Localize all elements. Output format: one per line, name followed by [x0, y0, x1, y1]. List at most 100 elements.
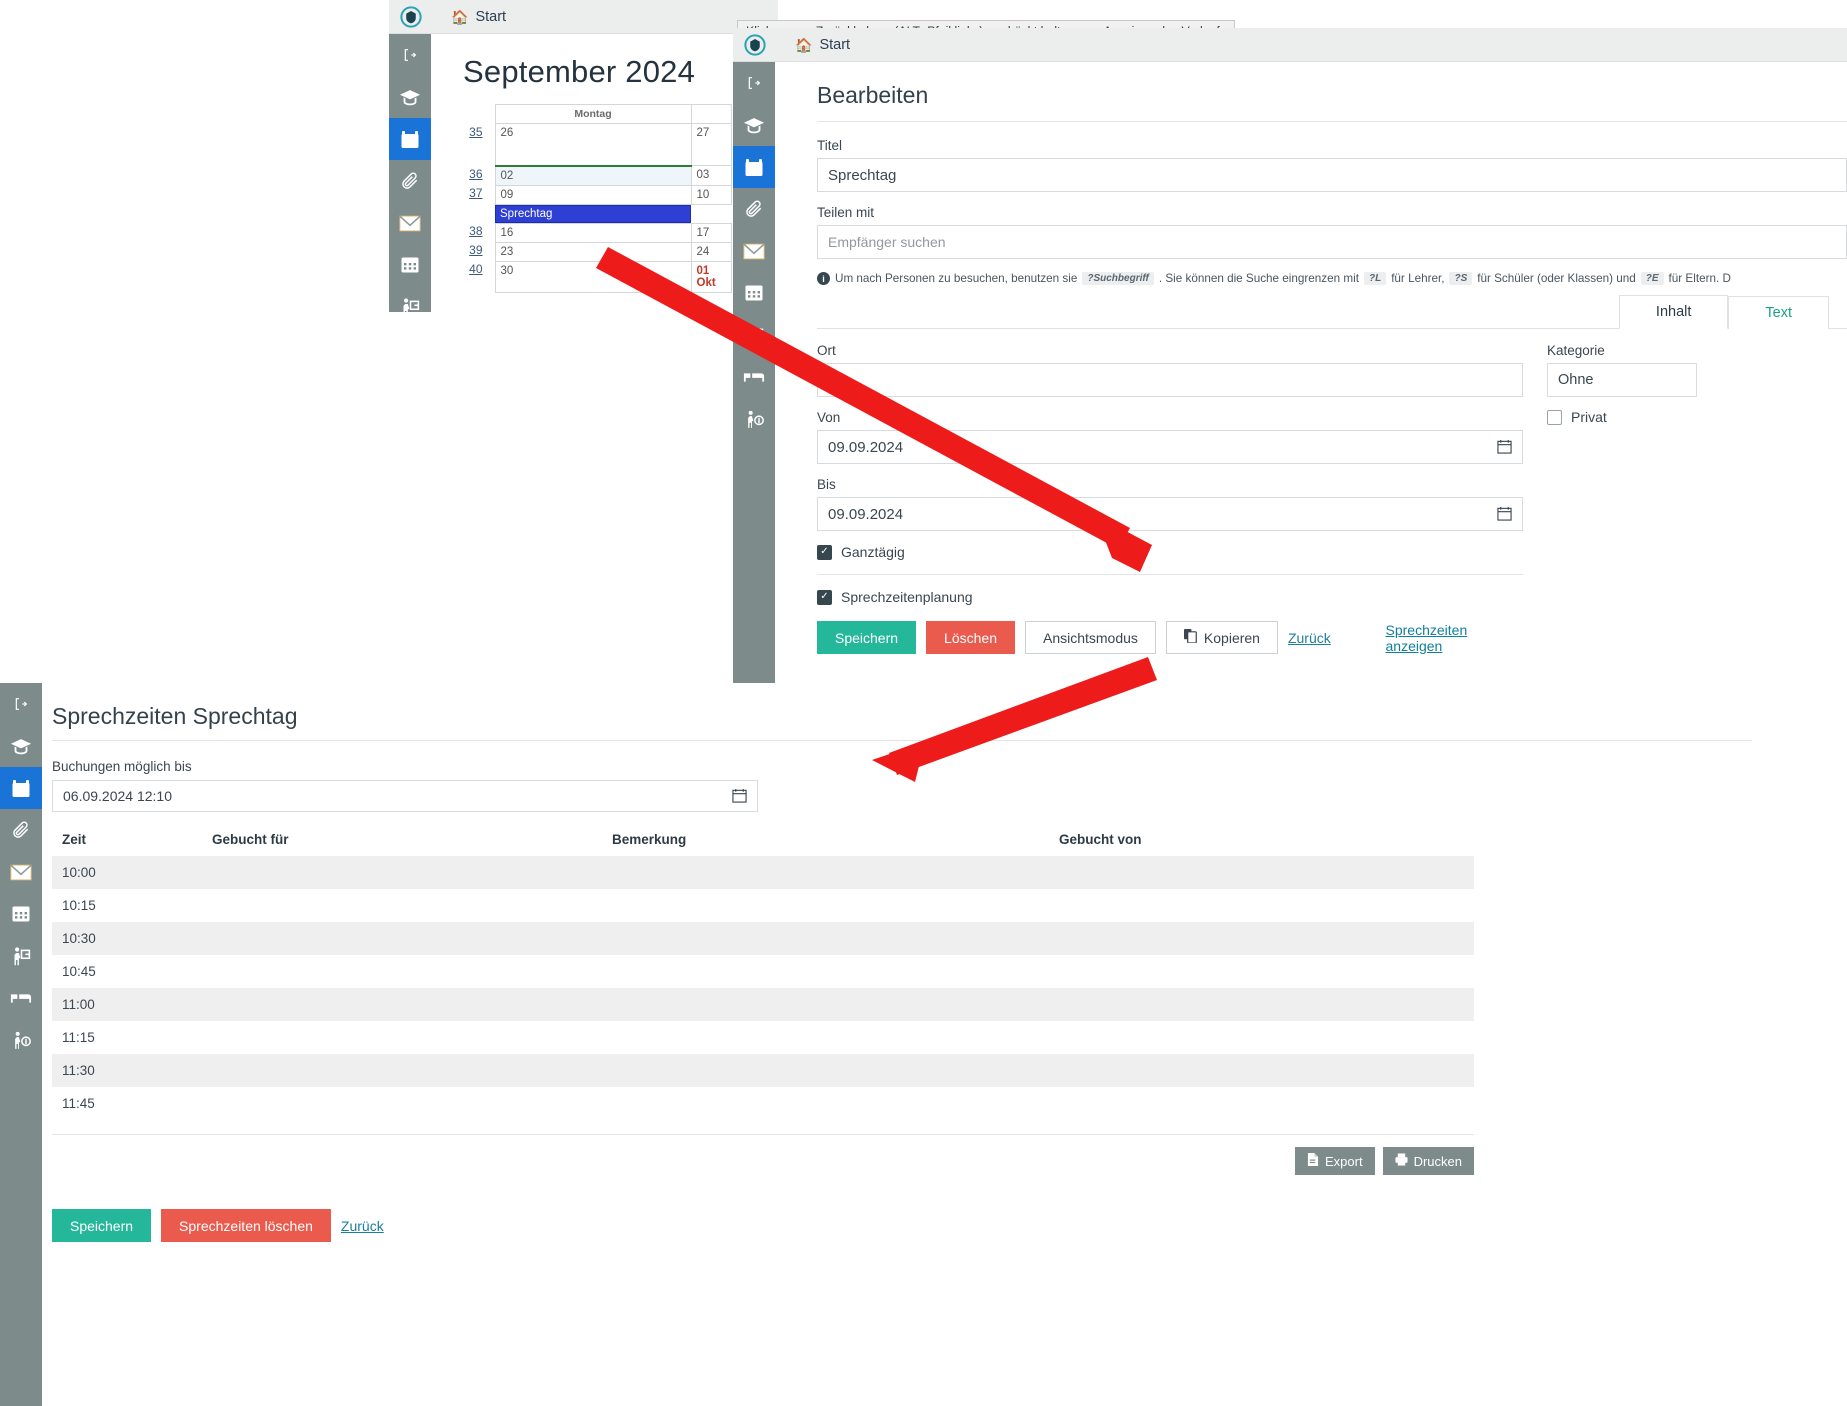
show-slots-link[interactable]: Sprechzeiten anzeigen	[1386, 622, 1523, 654]
calendar-day-cell[interactable]: 16	[494, 222, 692, 243]
export-icon	[1307, 1153, 1319, 1169]
table-row[interactable]: 11:30	[52, 1054, 1474, 1087]
sidebar-item-calendar[interactable]	[389, 118, 431, 160]
sprechzeitenplanung-checkbox[interactable]: ✓	[817, 589, 832, 605]
slot-cell-von	[1049, 889, 1474, 922]
calendar-week-number[interactable]: 39	[453, 242, 495, 261]
title-divider	[817, 121, 1847, 122]
calendar-picker-icon-bis[interactable]	[1497, 506, 1512, 525]
sprechzeitenplanung-row[interactable]: ✓ Sprechzeitenplanung	[817, 589, 1523, 605]
calendar-week-number[interactable]: 35	[453, 123, 495, 166]
sidebar3-item-beds[interactable]	[0, 977, 42, 1019]
calendar-next-day-cell[interactable]: 17	[690, 222, 732, 243]
calendar-sidebar	[389, 34, 431, 312]
privat-row[interactable]: Privat	[1547, 409, 1697, 425]
sidebar3-item-person-info[interactable]	[0, 1019, 42, 1061]
table-row[interactable]: 10:15	[52, 889, 1474, 922]
calendar-next-day-cell[interactable]: 10	[690, 184, 732, 205]
copy-button[interactable]: Kopieren	[1165, 621, 1278, 654]
booking-until-input[interactable]: 06.09.2024 12:10	[52, 780, 758, 812]
ort-input[interactable]	[817, 363, 1523, 397]
sidebar2-item-calendar[interactable]	[733, 146, 775, 188]
sidebar-item-presentation[interactable]	[389, 286, 431, 312]
table-row[interactable]: 11:00	[52, 988, 1474, 1021]
privat-checkbox[interactable]	[1547, 409, 1562, 425]
sidebar2-item-logout[interactable]	[733, 62, 775, 104]
home-link-2[interactable]: 🏠 Start	[795, 37, 850, 53]
calendar-picker-icon-until[interactable]	[732, 788, 747, 806]
tab-text[interactable]: Text	[1728, 296, 1829, 329]
von-value: 09.09.2024	[828, 438, 904, 456]
calendar-week-number[interactable]: 36	[453, 165, 495, 185]
ganztaegig-row[interactable]: ✓ Ganztägig	[817, 544, 1523, 560]
sidebar-item-timetable[interactable]	[389, 244, 431, 286]
calendar-day-cell[interactable]: 26	[494, 123, 692, 166]
sidebar-item-graduation[interactable]	[389, 76, 431, 118]
home-link[interactable]: 🏠 Start	[451, 9, 506, 25]
booking-until-value: 06.09.2024 12:10	[63, 788, 172, 804]
sidebar3-item-graduation[interactable]	[0, 725, 42, 767]
delete-button[interactable]: Löschen	[926, 621, 1015, 654]
calendar-week-number[interactable]: 38	[453, 223, 495, 242]
bis-input[interactable]: 09.09.2024	[817, 497, 1523, 531]
hint-mid3: für Schüler (oder Klassen) und	[1477, 272, 1636, 285]
slots-back-link[interactable]: Zurück	[341, 1218, 384, 1234]
titel-value: Sprechtag	[828, 166, 897, 184]
table-row[interactable]: 10:30	[52, 922, 1474, 955]
save-button[interactable]: Speichern	[817, 621, 917, 654]
sidebar2-item-graduation[interactable]	[733, 104, 775, 146]
recipient-search-input[interactable]: Empfänger suchen	[817, 225, 1847, 259]
von-label: Von	[817, 410, 841, 425]
calendar-picker-icon-von[interactable]	[1497, 439, 1512, 458]
tab-inhalt[interactable]: Inhalt	[1618, 295, 1729, 329]
calendar-next-day-cell[interactable]: 03	[690, 165, 732, 186]
slots-save-button[interactable]: Speichern	[52, 1209, 152, 1242]
sidebar-item-logout[interactable]	[389, 34, 431, 76]
sidebar3-item-timetable[interactable]	[0, 893, 42, 935]
titel-input[interactable]: Sprechtag	[817, 158, 1847, 192]
sidebar2-item-presentation[interactable]	[733, 314, 775, 356]
sidebar2-item-timetable[interactable]	[733, 272, 775, 314]
sidebar3-item-attachments[interactable]	[0, 809, 42, 851]
hint-mid2: für Lehrer,	[1391, 272, 1445, 285]
sidebar3-item-logout[interactable]	[0, 683, 42, 725]
sidebar-item-messages[interactable]	[389, 202, 431, 244]
calendar-week-row: 35 26 27	[453, 123, 732, 166]
teilen-mit-label: Teilen mit	[817, 205, 875, 220]
sidebar3-item-presentation[interactable]	[0, 935, 42, 977]
sidebar-item-attachments[interactable]	[389, 160, 431, 202]
calendar-next-day-cell[interactable]: 27	[690, 123, 732, 166]
calendar-day-number: 30	[500, 264, 514, 277]
calendar-week-number[interactable]: 37	[453, 185, 495, 204]
calendar-day-cell[interactable]: 02	[494, 164, 692, 186]
calendar-next-day-cell[interactable]: 24	[690, 241, 732, 262]
table-row[interactable]: 10:45	[52, 955, 1474, 988]
sidebar2-item-attachments[interactable]	[733, 188, 775, 230]
sidebar2-item-messages[interactable]	[733, 230, 775, 272]
tabs-right-rule	[1829, 295, 1847, 329]
sidebar2-item-person-info[interactable]	[733, 398, 775, 440]
viewmode-button[interactable]: Ansichtsmodus	[1024, 621, 1156, 654]
sidebar2-item-beds[interactable]	[733, 356, 775, 398]
calendar-day-cell[interactable]: 23	[494, 241, 692, 262]
slots-window: Sprechzeiten Sprechtag Buchungen möglich…	[0, 683, 1847, 1406]
table-row[interactable]: 10:00	[52, 856, 1474, 889]
hint-mid1: . Sie können die Suche eingrenzen mit	[1158, 272, 1359, 285]
calendar-day-cell[interactable]: 09	[494, 184, 692, 205]
print-button[interactable]: Drucken	[1382, 1147, 1474, 1175]
sidebar3-item-calendar[interactable]	[0, 767, 42, 809]
table-row[interactable]: 11:45	[52, 1087, 1474, 1120]
back-link[interactable]: Zurück	[1288, 630, 1331, 646]
von-input[interactable]: 09.09.2024	[817, 430, 1523, 464]
calendar-day-cell[interactable]: 30	[494, 260, 692, 293]
ganztaegig-checkbox[interactable]: ✓	[817, 544, 832, 560]
table-row[interactable]: 11:15	[52, 1021, 1474, 1054]
export-button[interactable]: Export	[1295, 1147, 1375, 1175]
kategorie-select[interactable]: Ohne	[1547, 363, 1697, 397]
slots-delete-button[interactable]: Sprechzeiten löschen	[161, 1209, 331, 1242]
calendar-week-number[interactable]: 40	[453, 261, 495, 292]
booking-until-label: Buchungen möglich bis	[52, 759, 192, 774]
calendar-next-day-cell[interactable]: 01 Okt	[690, 260, 732, 293]
calendar-event-sprechtag[interactable]: Sprechtag	[495, 204, 691, 223]
sidebar3-item-messages[interactable]	[0, 851, 42, 893]
